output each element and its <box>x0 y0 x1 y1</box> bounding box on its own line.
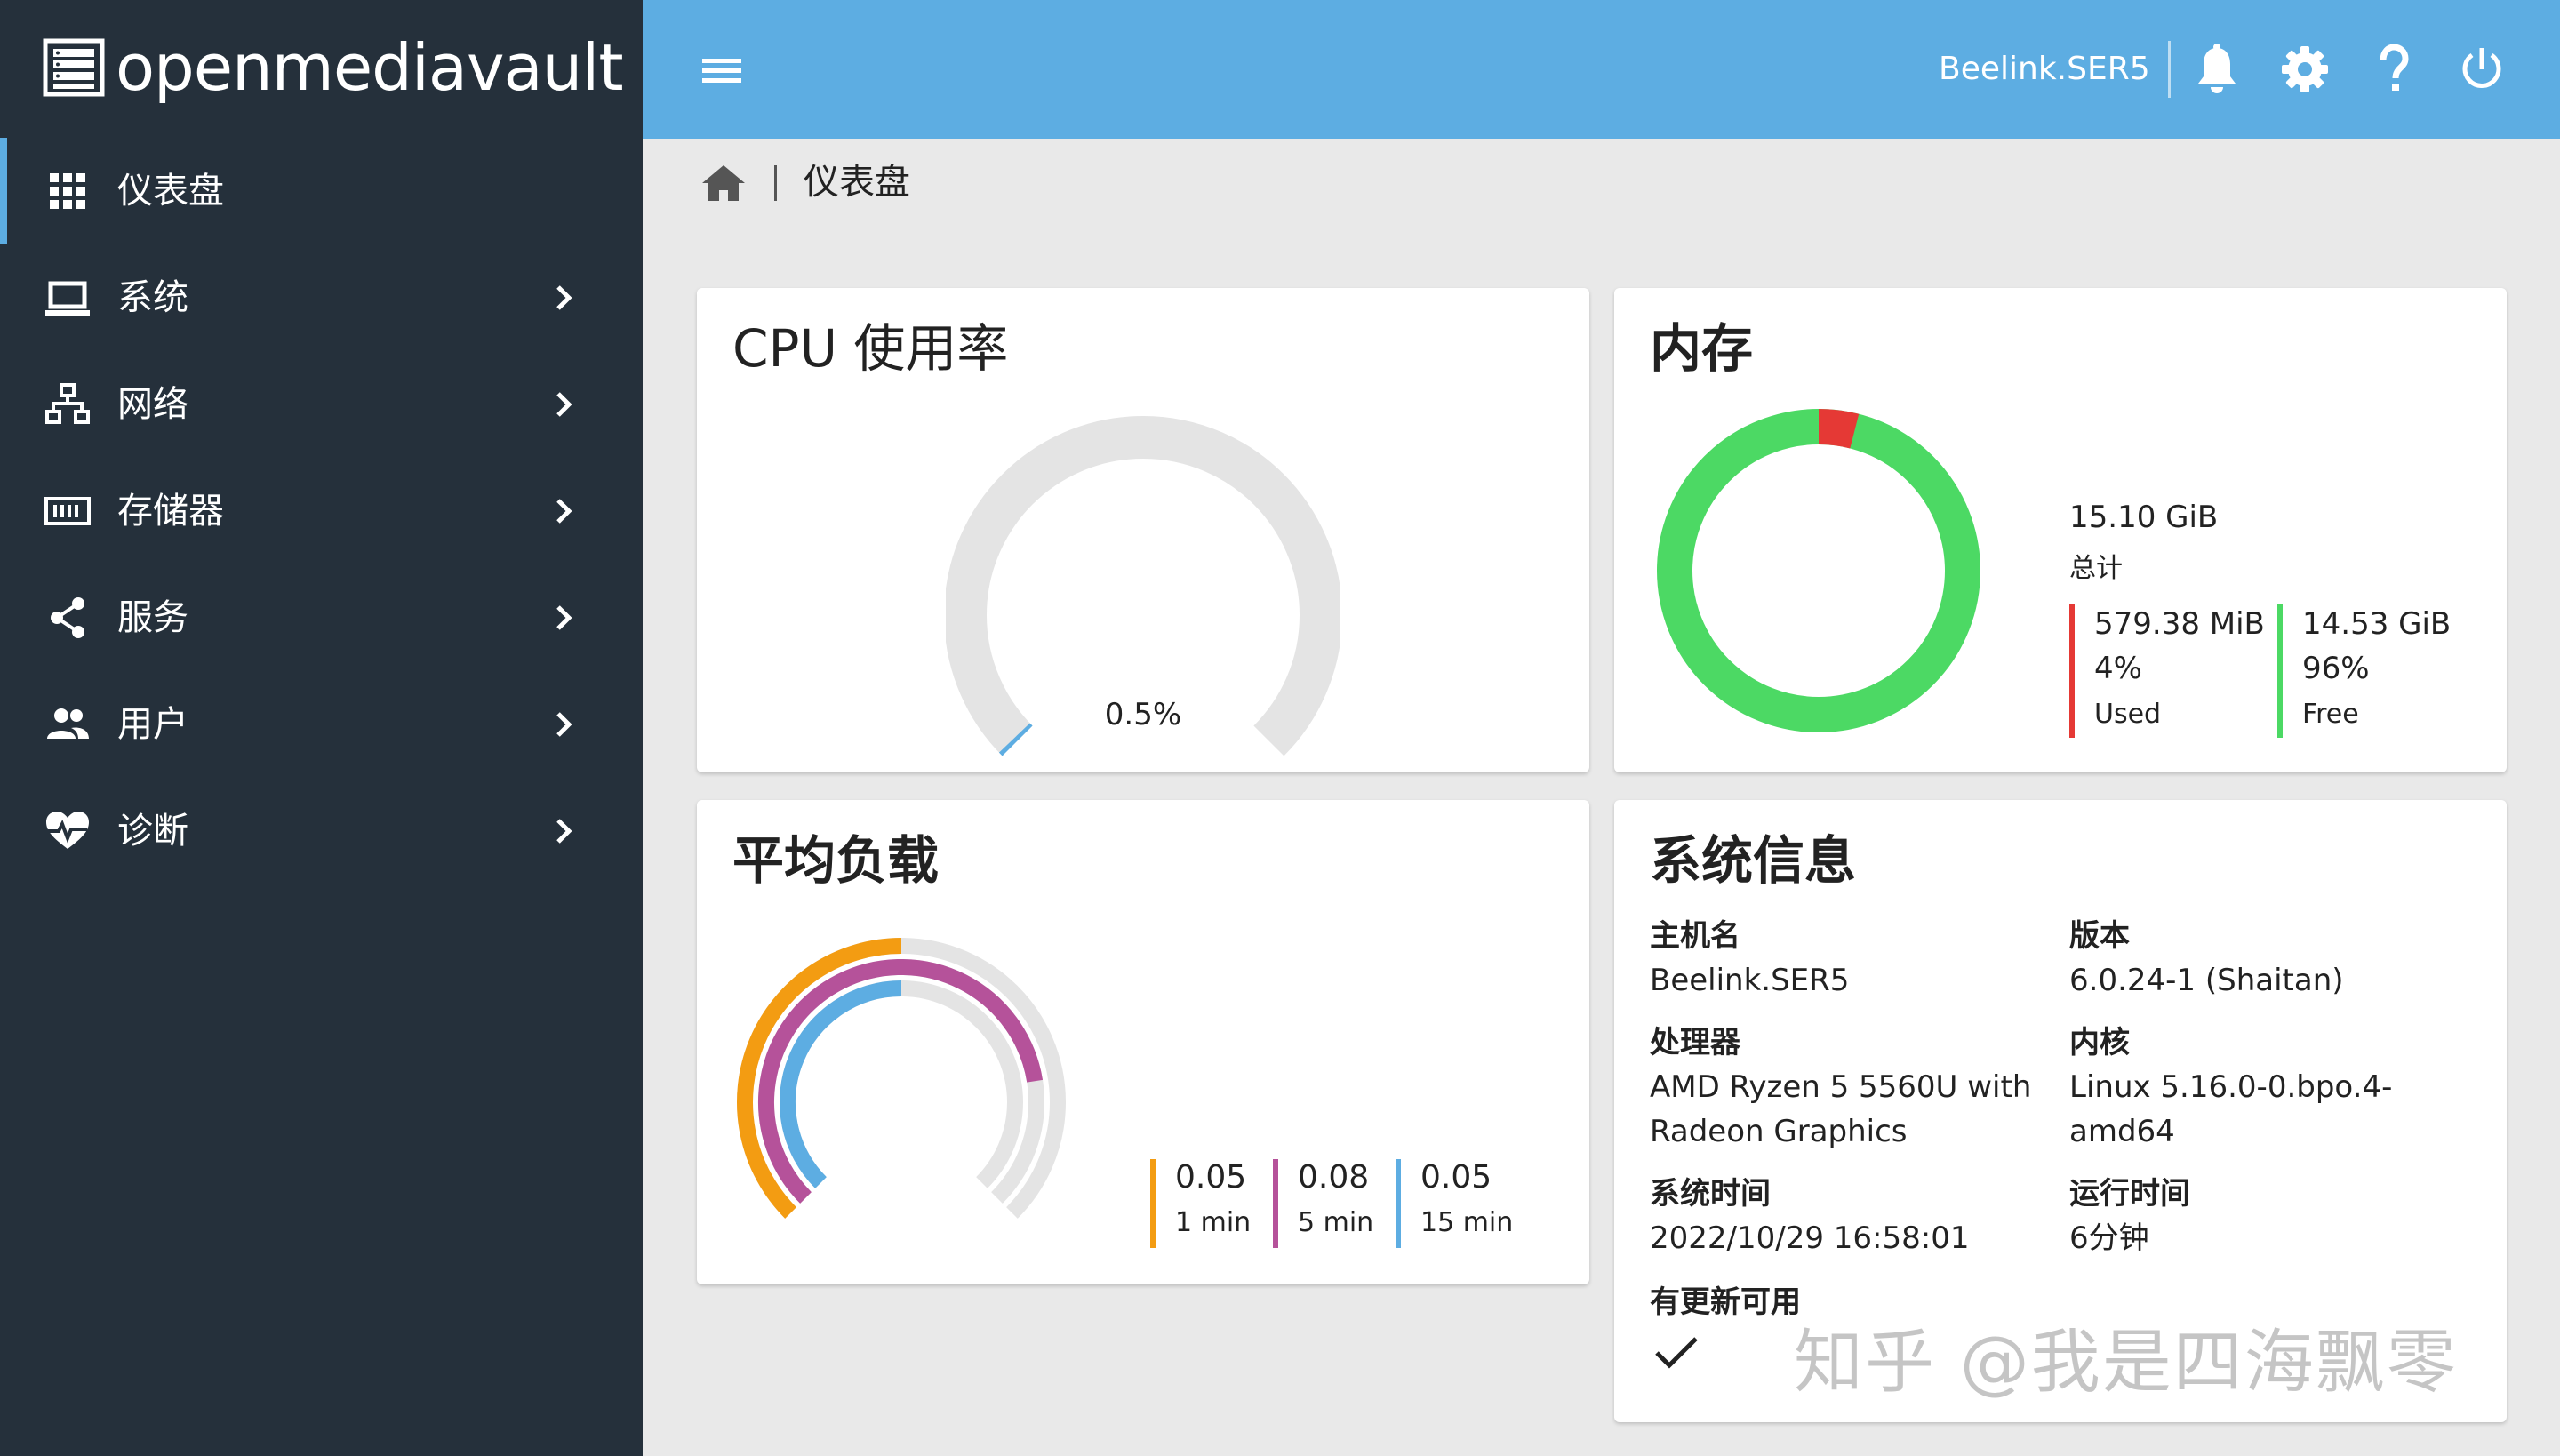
chevron-right-icon <box>556 285 572 310</box>
version-label: 版本 <box>2069 918 2130 954</box>
card-title: 内存 <box>1650 318 1754 379</box>
memory-free-percent: 96% <box>2302 651 2370 686</box>
load-1min-bar <box>1150 1159 1156 1248</box>
power-icon[interactable] <box>2456 43 2508 96</box>
processor-label: 处理器 <box>1650 1025 1740 1060</box>
help-icon[interactable] <box>2368 43 2420 96</box>
users-icon <box>47 708 89 739</box>
card-title: 平均负载 <box>732 830 940 891</box>
load-5min-label: 5 min <box>1298 1207 1374 1238</box>
home-icon[interactable] <box>700 162 747 204</box>
version-value: 6.0.24-1 (Shaitan) <box>2069 963 2344 998</box>
chevron-right-icon <box>556 819 572 844</box>
sidebar-item-system[interactable]: 系统 <box>0 244 643 351</box>
sidebar-item-label: 网络 <box>117 384 188 425</box>
memory-total-label: 总计 <box>2069 553 2123 584</box>
brand[interactable]: openmediavault <box>43 30 624 105</box>
breadcrumb-divider <box>774 165 777 201</box>
updates-available-label: 有更新可用 <box>1650 1284 1801 1320</box>
memory-free-value: 14.53 GiB <box>2302 606 2452 642</box>
sidebar-item-users[interactable]: 用户 <box>0 671 643 778</box>
sidebar-item-label: 仪表盘 <box>117 171 224 212</box>
load-5min-value: 0.08 <box>1298 1159 1370 1196</box>
hostname-value: Beelink.SER5 <box>1650 963 1850 998</box>
cpu-usage-value: 0.5% <box>1104 697 1182 732</box>
sidebar-item-storage[interactable]: 存储器 <box>0 458 643 564</box>
memory-card: 内存 15.10 GiB 总计 579.38 MiB 4% Used 14.53… <box>1614 288 2507 772</box>
memory-used-label: Used <box>2094 699 2162 730</box>
sidebar-item-label: 用户 <box>117 704 188 745</box>
cpu-gauge-fill <box>998 723 1033 756</box>
sidebar-item-label: 系统 <box>117 277 188 318</box>
kernel-label: 内核 <box>2069 1025 2130 1060</box>
cpu-usage-card: CPU 使用率 0.5% <box>697 288 1589 772</box>
sidebar: openmediavault 仪表盘 系统 网络 存储器 服务 用户 诊断 <box>0 0 643 1456</box>
card-title: CPU 使用率 <box>732 318 1009 379</box>
load-5min-bar <box>1273 1159 1278 1248</box>
memory-used-bar <box>2069 604 2075 738</box>
load-1min-label: 1 min <box>1175 1207 1252 1238</box>
card-title: 系统信息 <box>1650 830 1857 891</box>
memory-donut-chart <box>1657 409 1980 732</box>
system-time-value: 2022/10/29 16:58:01 <box>1650 1220 1970 1256</box>
memory-total-value: 15.10 GiB <box>2069 500 2219 535</box>
chevron-right-icon <box>556 712 572 737</box>
heart-pulse-icon <box>46 812 89 849</box>
sidebar-nav: 仪表盘 系统 网络 存储器 服务 用户 诊断 <box>0 138 643 884</box>
sidebar-item-label: 存储器 <box>117 491 224 532</box>
watermark: 知乎 @我是四海飘零 <box>1794 1323 2458 1403</box>
menu-icon[interactable] <box>700 48 744 92</box>
chevron-right-icon <box>556 392 572 417</box>
sidebar-item-network[interactable]: 网络 <box>0 351 643 458</box>
check-icon <box>1655 1337 1698 1369</box>
chevron-right-icon <box>556 499 572 524</box>
memory-free-label: Free <box>2302 699 2359 730</box>
storage-icon <box>44 497 91 525</box>
uptime-label: 运行时间 <box>2069 1176 2190 1212</box>
uptime-value: 6分钟 <box>2069 1220 2149 1256</box>
load-average-gauge <box>737 938 1066 1219</box>
chevron-right-icon <box>556 605 572 630</box>
memory-used-percent: 4% <box>2094 651 2142 686</box>
share-icon <box>51 597 84 638</box>
sidebar-item-label: 诊断 <box>117 811 188 852</box>
load-15min-bar <box>1396 1159 1401 1248</box>
laptop-icon <box>45 281 90 316</box>
hostname-label: 主机名 <box>1650 918 1740 954</box>
breadcrumb-current: 仪表盘 <box>804 162 910 203</box>
system-time-label: 系统时间 <box>1650 1176 1771 1212</box>
sidebar-item-dashboard[interactable]: 仪表盘 <box>0 138 643 244</box>
top-bar: Beelink.SER5 <box>643 0 2560 139</box>
bell-icon[interactable] <box>2191 43 2243 96</box>
memory-free-bar <box>2277 604 2283 738</box>
openmediavault-logo-icon <box>43 38 105 97</box>
kernel-value: Linux 5.16.0-0.bpo.4- amd64 <box>2069 1069 2393 1149</box>
sidebar-item-diagnostics[interactable]: 诊断 <box>0 778 643 884</box>
memory-free-segment <box>1657 409 1980 732</box>
processor-value: AMD Ryzen 5 5560U with Radeon Graphics <box>1650 1069 2032 1149</box>
load-15min-value: 0.05 <box>1420 1159 1492 1196</box>
apps-grid-icon <box>50 173 85 209</box>
load-average-card: 平均负载 0.05 1 min 0.08 5 min 0.05 15 min <box>697 800 1589 1284</box>
brand-name: openmediavault <box>116 30 624 105</box>
gear-icon[interactable] <box>2279 43 2331 96</box>
load-15min-label: 15 min <box>1420 1207 1514 1238</box>
load-1min-value: 0.05 <box>1175 1159 1247 1196</box>
hostname-label: Beelink.SER5 <box>1939 51 2150 87</box>
topbar-divider <box>2168 41 2171 98</box>
cpu-gauge-track <box>946 416 1340 756</box>
sidebar-item-label: 服务 <box>117 597 188 638</box>
memory-used-value: 579.38 MiB <box>2094 606 2265 642</box>
sidebar-item-services[interactable]: 服务 <box>0 564 643 671</box>
network-icon <box>45 383 90 424</box>
